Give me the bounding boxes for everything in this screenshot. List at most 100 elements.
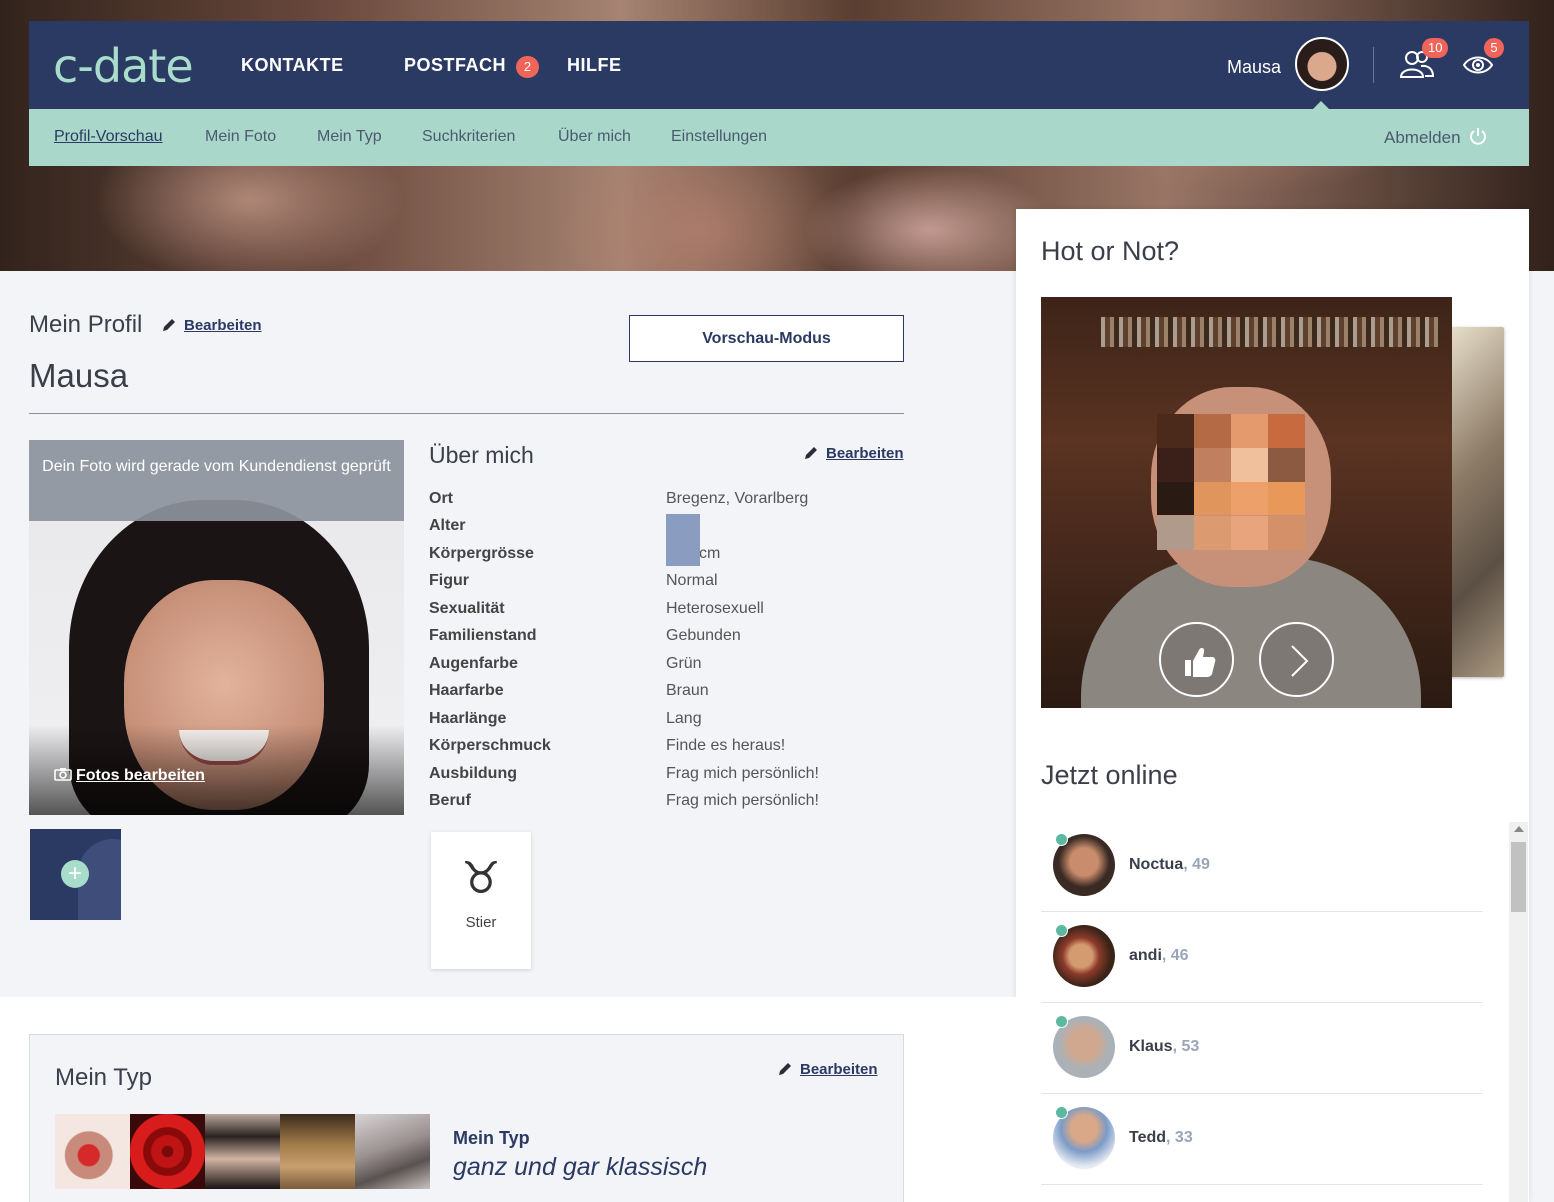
online-status-dot [1055, 1106, 1068, 1119]
avatar[interactable] [1295, 37, 1349, 91]
type-image-hands [355, 1114, 430, 1189]
pencil-icon [805, 447, 817, 459]
attr-label: Familienstand [429, 627, 537, 644]
divider [29, 413, 904, 414]
nav-postfach[interactable]: POSTFACH [404, 55, 506, 76]
logout-label: Abmelden [1384, 128, 1461, 147]
attr-value: Normal [666, 572, 718, 589]
type-image-beach [280, 1114, 355, 1189]
online-status-dot [1055, 1015, 1068, 1028]
section-title-mein-typ: Mein Typ [55, 1064, 152, 1091]
tab-einstellungen[interactable]: Einstellungen [671, 128, 767, 146]
scroll-thumb[interactable] [1511, 842, 1526, 912]
attr-value: Lang [666, 710, 702, 727]
edit-profile-link[interactable]: Bearbeiten [184, 317, 262, 334]
online-user-name: Tedd, 33 [1129, 1129, 1193, 1146]
tab-mein-typ[interactable]: Mein Typ [317, 128, 382, 146]
online-user-name: andi, 46 [1129, 947, 1189, 964]
type-image-lingerie [205, 1114, 280, 1189]
zodiac-label: Stier [465, 914, 497, 931]
edit-photos-link[interactable]: Fotos bearbeiten [54, 767, 205, 785]
attr-value: Frag mich persönlich! [666, 765, 819, 782]
list-item[interactable]: Noctua, 49 [1041, 821, 1483, 912]
edit-about-link[interactable]: Bearbeiten [826, 445, 904, 462]
taurus-icon: ♉ [461, 853, 501, 904]
pixelated-face [1157, 414, 1305, 550]
visitors-badge: 5 [1484, 38, 1504, 58]
edit-typ-link[interactable]: Bearbeiten [800, 1061, 878, 1078]
thumbs-up-icon [1185, 647, 1216, 677]
attr-label: Haarfarbe [429, 682, 504, 699]
camera-icon [54, 768, 72, 781]
contacts-badge: 10 [1422, 38, 1449, 58]
attr-value: Grün [666, 655, 702, 672]
user-name[interactable]: Mausa [1227, 57, 1281, 78]
next-card-preview [1448, 327, 1504, 677]
next-button[interactable] [1259, 622, 1334, 697]
typ-value: ganz und gar klassisch [453, 1153, 708, 1181]
photo-review-notice: Dein Foto wird gerade vom Kundendienst g… [29, 440, 404, 521]
attr-label: Beruf [429, 792, 471, 809]
hot-or-not-title: Hot or Not? [1041, 236, 1180, 266]
typ-label: Mein Typ [453, 1128, 530, 1148]
attr-label: Haarlänge [429, 710, 507, 727]
censored-value [666, 514, 700, 566]
logo[interactable]: c-date [53, 39, 194, 93]
power-icon [1470, 128, 1487, 145]
attr-value: Gebunden [666, 627, 741, 644]
tab-profil-vorschau[interactable]: Profil-Vorschau [54, 128, 163, 146]
nav-hilfe[interactable]: HILFE [567, 55, 622, 76]
online-user-name: Noctua, 49 [1129, 856, 1210, 873]
section-title-mein-profil: Mein Profil [29, 311, 143, 338]
online-title: Jetzt online [1041, 760, 1178, 790]
postfach-badge: 2 [516, 56, 539, 78]
online-status-dot [1055, 924, 1068, 937]
hot-or-not-card[interactable] [1041, 297, 1452, 708]
attr-label: Körpergrösse [429, 545, 534, 562]
like-button[interactable] [1159, 622, 1234, 697]
attr-label: Figur [429, 572, 469, 589]
type-image-lips [55, 1114, 130, 1189]
attr-value: Frag mich persönlich! [666, 792, 819, 809]
tab-suchkriterien[interactable]: Suchkriterien [422, 128, 515, 146]
nav-divider [1373, 47, 1374, 83]
profile-photo[interactable]: Dein Foto wird gerade vom Kundendienst g… [29, 440, 404, 815]
attr-value: cm [699, 545, 721, 562]
list-item[interactable]: Tedd, 33 [1041, 1094, 1483, 1185]
attr-label: Körperschmuck [429, 737, 551, 754]
tab-mein-foto[interactable]: Mein Foto [205, 128, 276, 146]
pencil-icon [779, 1063, 791, 1075]
add-photo-button[interactable]: + [30, 829, 121, 920]
attr-label: Alter [429, 517, 466, 534]
online-user-name: Klaus, 53 [1129, 1038, 1200, 1055]
attr-value: Heterosexuell [666, 600, 764, 617]
logout-button[interactable]: Abmelden [1384, 127, 1487, 148]
bookshelf [1101, 317, 1441, 347]
chevron-right-icon [1291, 645, 1309, 677]
list-item[interactable]: andi, 46 [1041, 912, 1483, 1003]
scrollbar[interactable] [1509, 822, 1528, 1202]
pencil-icon [163, 319, 175, 331]
sub-navigation: Profil-Vorschau Mein Foto Mein Typ Suchk… [29, 109, 1529, 166]
online-status-dot [1055, 833, 1068, 846]
edit-photos-label: Fotos bearbeiten [76, 767, 205, 784]
top-navigation: c-date KONTAKTE POSTFACH 2 HILFE Mausa 1… [29, 21, 1529, 110]
about-title: Über mich [429, 442, 534, 468]
profile-name: Mausa [29, 357, 129, 394]
scroll-up-arrow[interactable] [1514, 826, 1524, 832]
type-image-rose [130, 1114, 205, 1189]
plus-icon: + [61, 860, 89, 888]
eye-icon[interactable] [1462, 53, 1494, 82]
nav-kontakte[interactable]: KONTAKTE [241, 55, 344, 76]
attr-label: Ausbildung [429, 765, 517, 782]
attr-label: Sexualität [429, 600, 505, 617]
zodiac-card: ♉ Stier [431, 832, 531, 969]
attr-label: Augenfarbe [429, 655, 518, 672]
tab-ueber-mich[interactable]: Über mich [558, 128, 631, 146]
preview-mode-button[interactable]: Vorschau-Modus [629, 315, 904, 362]
attr-value: Bregenz, Vorarlberg [666, 490, 809, 507]
attr-value: Braun [666, 682, 709, 699]
attr-label: Ort [429, 490, 453, 507]
attr-value: Finde es heraus! [666, 737, 786, 754]
list-item[interactable]: Klaus, 53 [1041, 1003, 1483, 1094]
